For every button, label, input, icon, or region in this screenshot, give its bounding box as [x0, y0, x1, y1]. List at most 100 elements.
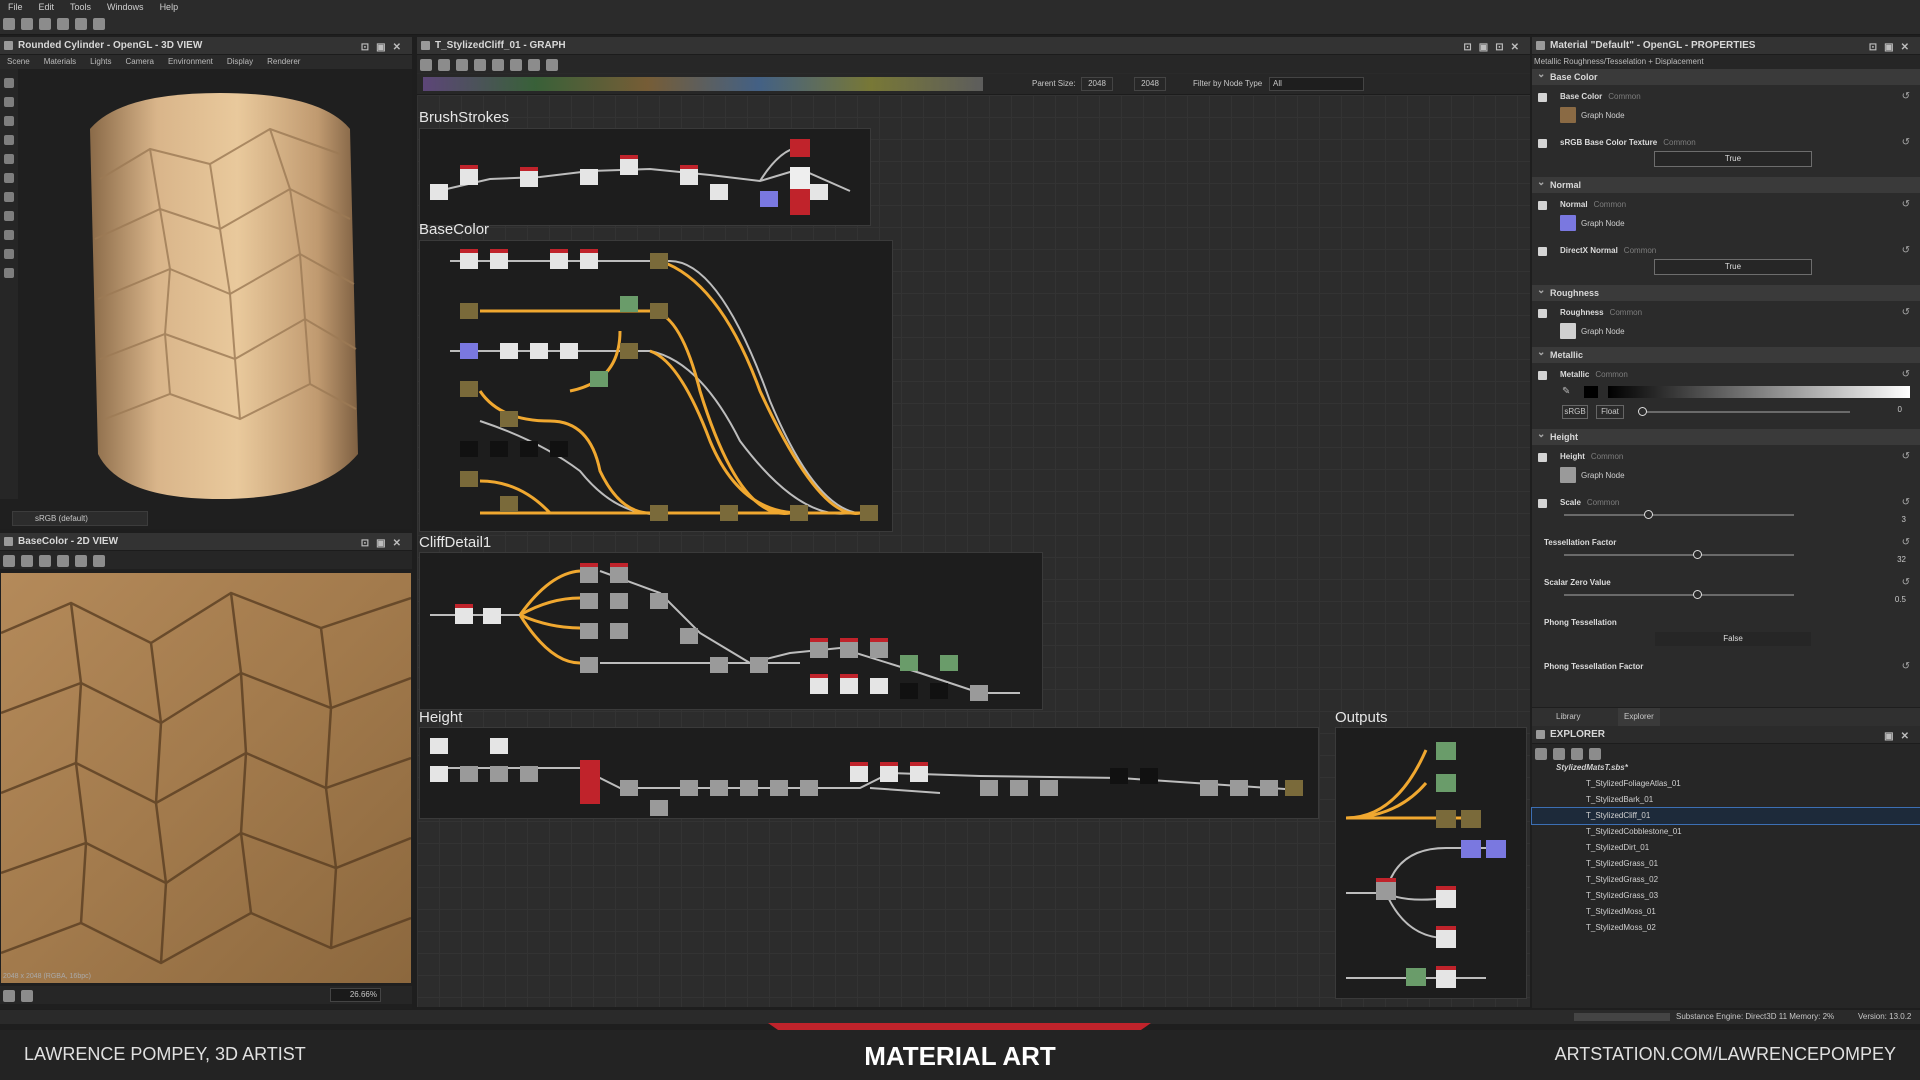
search-icon[interactable] [474, 59, 486, 71]
srgb-texture-toggle[interactable]: True [1654, 151, 1812, 167]
panel-buttons[interactable]: ⊡▣⊡✕ [1463, 39, 1526, 56]
tab-explorer[interactable]: Explorer [1618, 708, 1660, 726]
reset-icon[interactable]: ↺ [1902, 369, 1910, 380]
tool-icon[interactable] [4, 249, 14, 259]
base-color-checkbox[interactable] [1538, 93, 1547, 102]
brushstrokes-nodes[interactable] [420, 129, 870, 225]
metallic-slider-knob[interactable] [1638, 407, 1647, 416]
save-image-icon[interactable] [21, 555, 33, 567]
reset-icon[interactable]: ↺ [1902, 245, 1910, 256]
grid-icon[interactable] [4, 154, 14, 164]
info-icon[interactable] [456, 59, 468, 71]
save-icon[interactable] [57, 18, 69, 30]
height-checkbox[interactable] [1538, 453, 1547, 462]
graph-canvas[interactable]: BrushStrokes BaseColor CliffDetail1 Heig… [417, 95, 1530, 1007]
new-package-icon[interactable] [21, 18, 33, 30]
srgb-checkbox[interactable] [1538, 139, 1547, 148]
panel-buttons[interactable]: ▣✕ [1884, 728, 1916, 745]
tree-item[interactable]: T_StylizedGrass_03 [1532, 888, 1920, 904]
channels-icon[interactable] [3, 990, 15, 1002]
tab-camera[interactable]: Camera [119, 57, 161, 66]
output-size-select[interactable]: 2048 [1134, 77, 1166, 91]
metallic-gradient[interactable] [1608, 386, 1910, 398]
directx-checkbox[interactable] [1538, 247, 1547, 256]
metallic-checkbox[interactable] [1538, 371, 1547, 380]
light-icon[interactable] [4, 97, 14, 107]
histogram-icon[interactable] [93, 555, 105, 567]
axis-icon[interactable] [4, 173, 14, 183]
redo-icon[interactable] [93, 18, 105, 30]
tree-item[interactable]: T_StylizedBark_01 [1532, 792, 1920, 808]
atomic-nodes-bar[interactable] [423, 77, 983, 91]
new-graph-icon[interactable] [1553, 748, 1565, 760]
stats-icon[interactable] [4, 268, 14, 278]
filter-select[interactable]: All [1269, 77, 1364, 91]
reset-icon[interactable]: ↺ [1902, 91, 1910, 102]
tools-icon[interactable] [1589, 748, 1601, 760]
section-metallic[interactable]: Metallic [1532, 345, 1920, 363]
menu-help[interactable]: Help [152, 0, 187, 14]
pin-icon[interactable] [528, 59, 540, 71]
roughness-checkbox[interactable] [1538, 309, 1547, 318]
tree-item[interactable]: T_StylizedDirt_01 [1532, 840, 1920, 856]
undo-icon[interactable] [75, 18, 87, 30]
section-normal[interactable]: Normal [1532, 175, 1920, 193]
new-graph-icon[interactable] [3, 18, 15, 30]
cube-mesh-icon[interactable] [4, 192, 14, 202]
save-icon[interactable] [1535, 748, 1547, 760]
align-icon[interactable] [492, 59, 504, 71]
export-icon[interactable] [57, 555, 69, 567]
float-button[interactable]: Float [1596, 405, 1624, 419]
scale-slider-knob[interactable] [1644, 510, 1653, 519]
section-height[interactable]: Height [1532, 427, 1920, 445]
basecolor-nodes[interactable] [420, 241, 892, 531]
open-icon[interactable] [39, 18, 51, 30]
frame-height[interactable] [419, 727, 1319, 819]
scalar-zero-slider-knob[interactable] [1693, 590, 1702, 599]
link-icon[interactable] [510, 59, 522, 71]
section-base-color[interactable]: Base Color [1532, 67, 1920, 85]
srgb-button[interactable]: sRGB [1562, 405, 1588, 419]
zoom-field[interactable]: 26.66% [330, 988, 381, 1002]
frame-icon[interactable] [420, 59, 432, 71]
tree-item[interactable]: T_StylizedCobblestone_01 [1532, 824, 1920, 840]
copy-icon[interactable] [39, 555, 51, 567]
reset-icon[interactable]: ↺ [1902, 537, 1910, 548]
panel-buttons[interactable]: ⊡▣✕ [361, 39, 408, 56]
panel-buttons[interactable]: ⊡▣✕ [1869, 39, 1916, 56]
artstation-link[interactable]: ARTSTATION.COM/LAWRENCEPOMPEY [1555, 1044, 1896, 1065]
tessellation-slider-knob[interactable] [1693, 550, 1702, 559]
reset-icon[interactable]: ↺ [1902, 451, 1910, 462]
plane-mesh-icon[interactable] [4, 230, 14, 240]
tab-renderer[interactable]: Renderer [260, 57, 307, 66]
metallic-swatch[interactable] [1584, 386, 1598, 398]
tab-library[interactable]: Library [1556, 708, 1580, 726]
metallic-slider[interactable] [1640, 411, 1850, 413]
tree-item[interactable]: T_StylizedFoliageAtlas_01 [1532, 776, 1920, 792]
cylinder-mesh-icon[interactable] [4, 211, 14, 221]
colorspace-select[interactable]: sRGB (default) [12, 511, 148, 526]
tree-item-selected[interactable]: T_StylizedCliff_01 [1531, 807, 1920, 825]
package-row[interactable]: StylizedMatsT.sbs* [1532, 760, 1920, 776]
reset-icon[interactable]: ↺ [1902, 137, 1910, 148]
phong-toggle[interactable]: False [1654, 631, 1812, 647]
parent-size-select[interactable]: 2048 [1081, 77, 1113, 91]
height-nodes[interactable] [420, 728, 1318, 818]
grid-icon[interactable] [546, 59, 558, 71]
frame-basecolor[interactable] [419, 240, 893, 532]
reset-icon[interactable]: ↺ [1902, 577, 1910, 588]
tab-scene[interactable]: Scene [0, 57, 37, 66]
reset-icon[interactable]: ↺ [1902, 199, 1910, 210]
cylinder-render[interactable] [20, 69, 412, 499]
panel-buttons[interactable]: ⊡▣✕ [361, 535, 408, 552]
frame-outputs[interactable] [1335, 727, 1527, 999]
section-roughness[interactable]: Roughness [1532, 283, 1920, 301]
directx-toggle[interactable]: True [1654, 259, 1812, 275]
frame-brushstrokes[interactable] [419, 128, 871, 226]
tab-materials[interactable]: Materials [37, 57, 83, 66]
menu-edit[interactable]: Edit [31, 0, 63, 14]
tree-item[interactable]: T_StylizedMoss_01 [1532, 904, 1920, 920]
menu-file[interactable]: File [0, 0, 31, 14]
tab-lights[interactable]: Lights [83, 57, 118, 66]
scale-slider[interactable] [1564, 514, 1794, 516]
